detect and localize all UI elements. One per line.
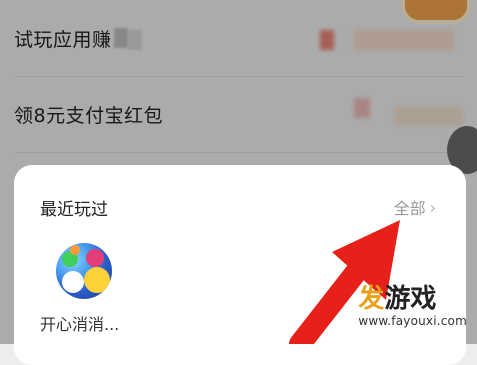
site-watermark: 发游戏 www.fayouxi.com [358,286,467,328]
watermark-logo: 发游戏 [358,284,437,314]
game-tile[interactable]: 开心消消... [40,243,140,335]
see-all-label: 全部 [393,199,426,218]
happy-match-game-icon [56,243,112,299]
recently-played-card: 最近玩过 全部 › 开心消消... [14,165,466,365]
watermark-url: www.fayouxi.com [358,314,467,328]
chevron-right-icon: › [429,197,436,217]
game-name: 开心消消... [40,315,120,334]
card-title: 最近玩过 [40,200,108,220]
see-all-link[interactable]: 全部 › [394,195,436,219]
